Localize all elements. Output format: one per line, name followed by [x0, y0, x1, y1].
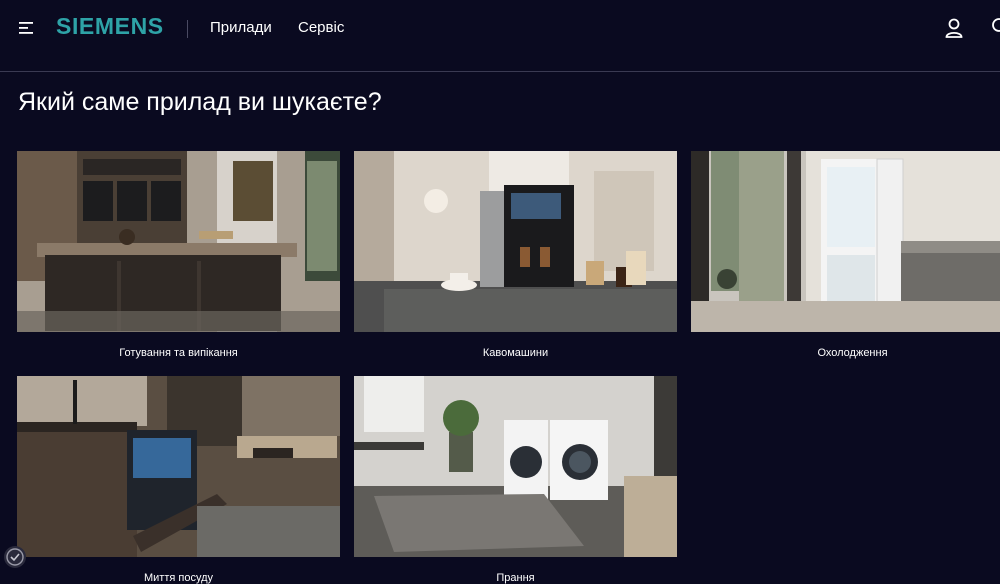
- top-navigation-bar: SIEMENS Прилади Сервіс: [0, 0, 1000, 72]
- category-label: Кавомашини: [482, 347, 549, 359]
- nav-item-appliances[interactable]: Прилади: [210, 19, 272, 36]
- checkmark-icon: [6, 548, 24, 566]
- page-title: Який саме прилад ви шукаєте?: [18, 88, 382, 116]
- category-label: Миття посуду: [143, 572, 214, 584]
- user-icon[interactable]: [944, 17, 964, 39]
- category-tile-dishwashing[interactable]: Миття посуду: [17, 376, 340, 584]
- coffee-machine-image: [354, 151, 677, 332]
- category-tile-cooling[interactable]: Охолодження: [691, 151, 1000, 359]
- category-tile-laundry[interactable]: Прання: [354, 376, 677, 584]
- nav-item-service[interactable]: Сервіс: [298, 19, 344, 36]
- menu-icon[interactable]: [18, 20, 36, 36]
- category-label: Прання: [496, 572, 535, 584]
- dishwasher-image: [17, 376, 340, 557]
- category-label: Готування та випікання: [119, 347, 238, 359]
- kitchen-ovens-image: [17, 151, 340, 332]
- header-divider: [187, 20, 188, 38]
- accessibility-badge[interactable]: [4, 546, 26, 568]
- fridge-image: [691, 151, 1000, 332]
- siemens-logo[interactable]: SIEMENS: [56, 13, 164, 40]
- washing-machine-image: [354, 376, 677, 557]
- search-icon[interactable]: [990, 16, 1000, 38]
- category-tile-coffee-machines[interactable]: Кавомашини: [354, 151, 677, 359]
- category-tile-cooking[interactable]: Готування та випікання: [17, 151, 340, 359]
- category-label: Охолодження: [817, 347, 888, 359]
